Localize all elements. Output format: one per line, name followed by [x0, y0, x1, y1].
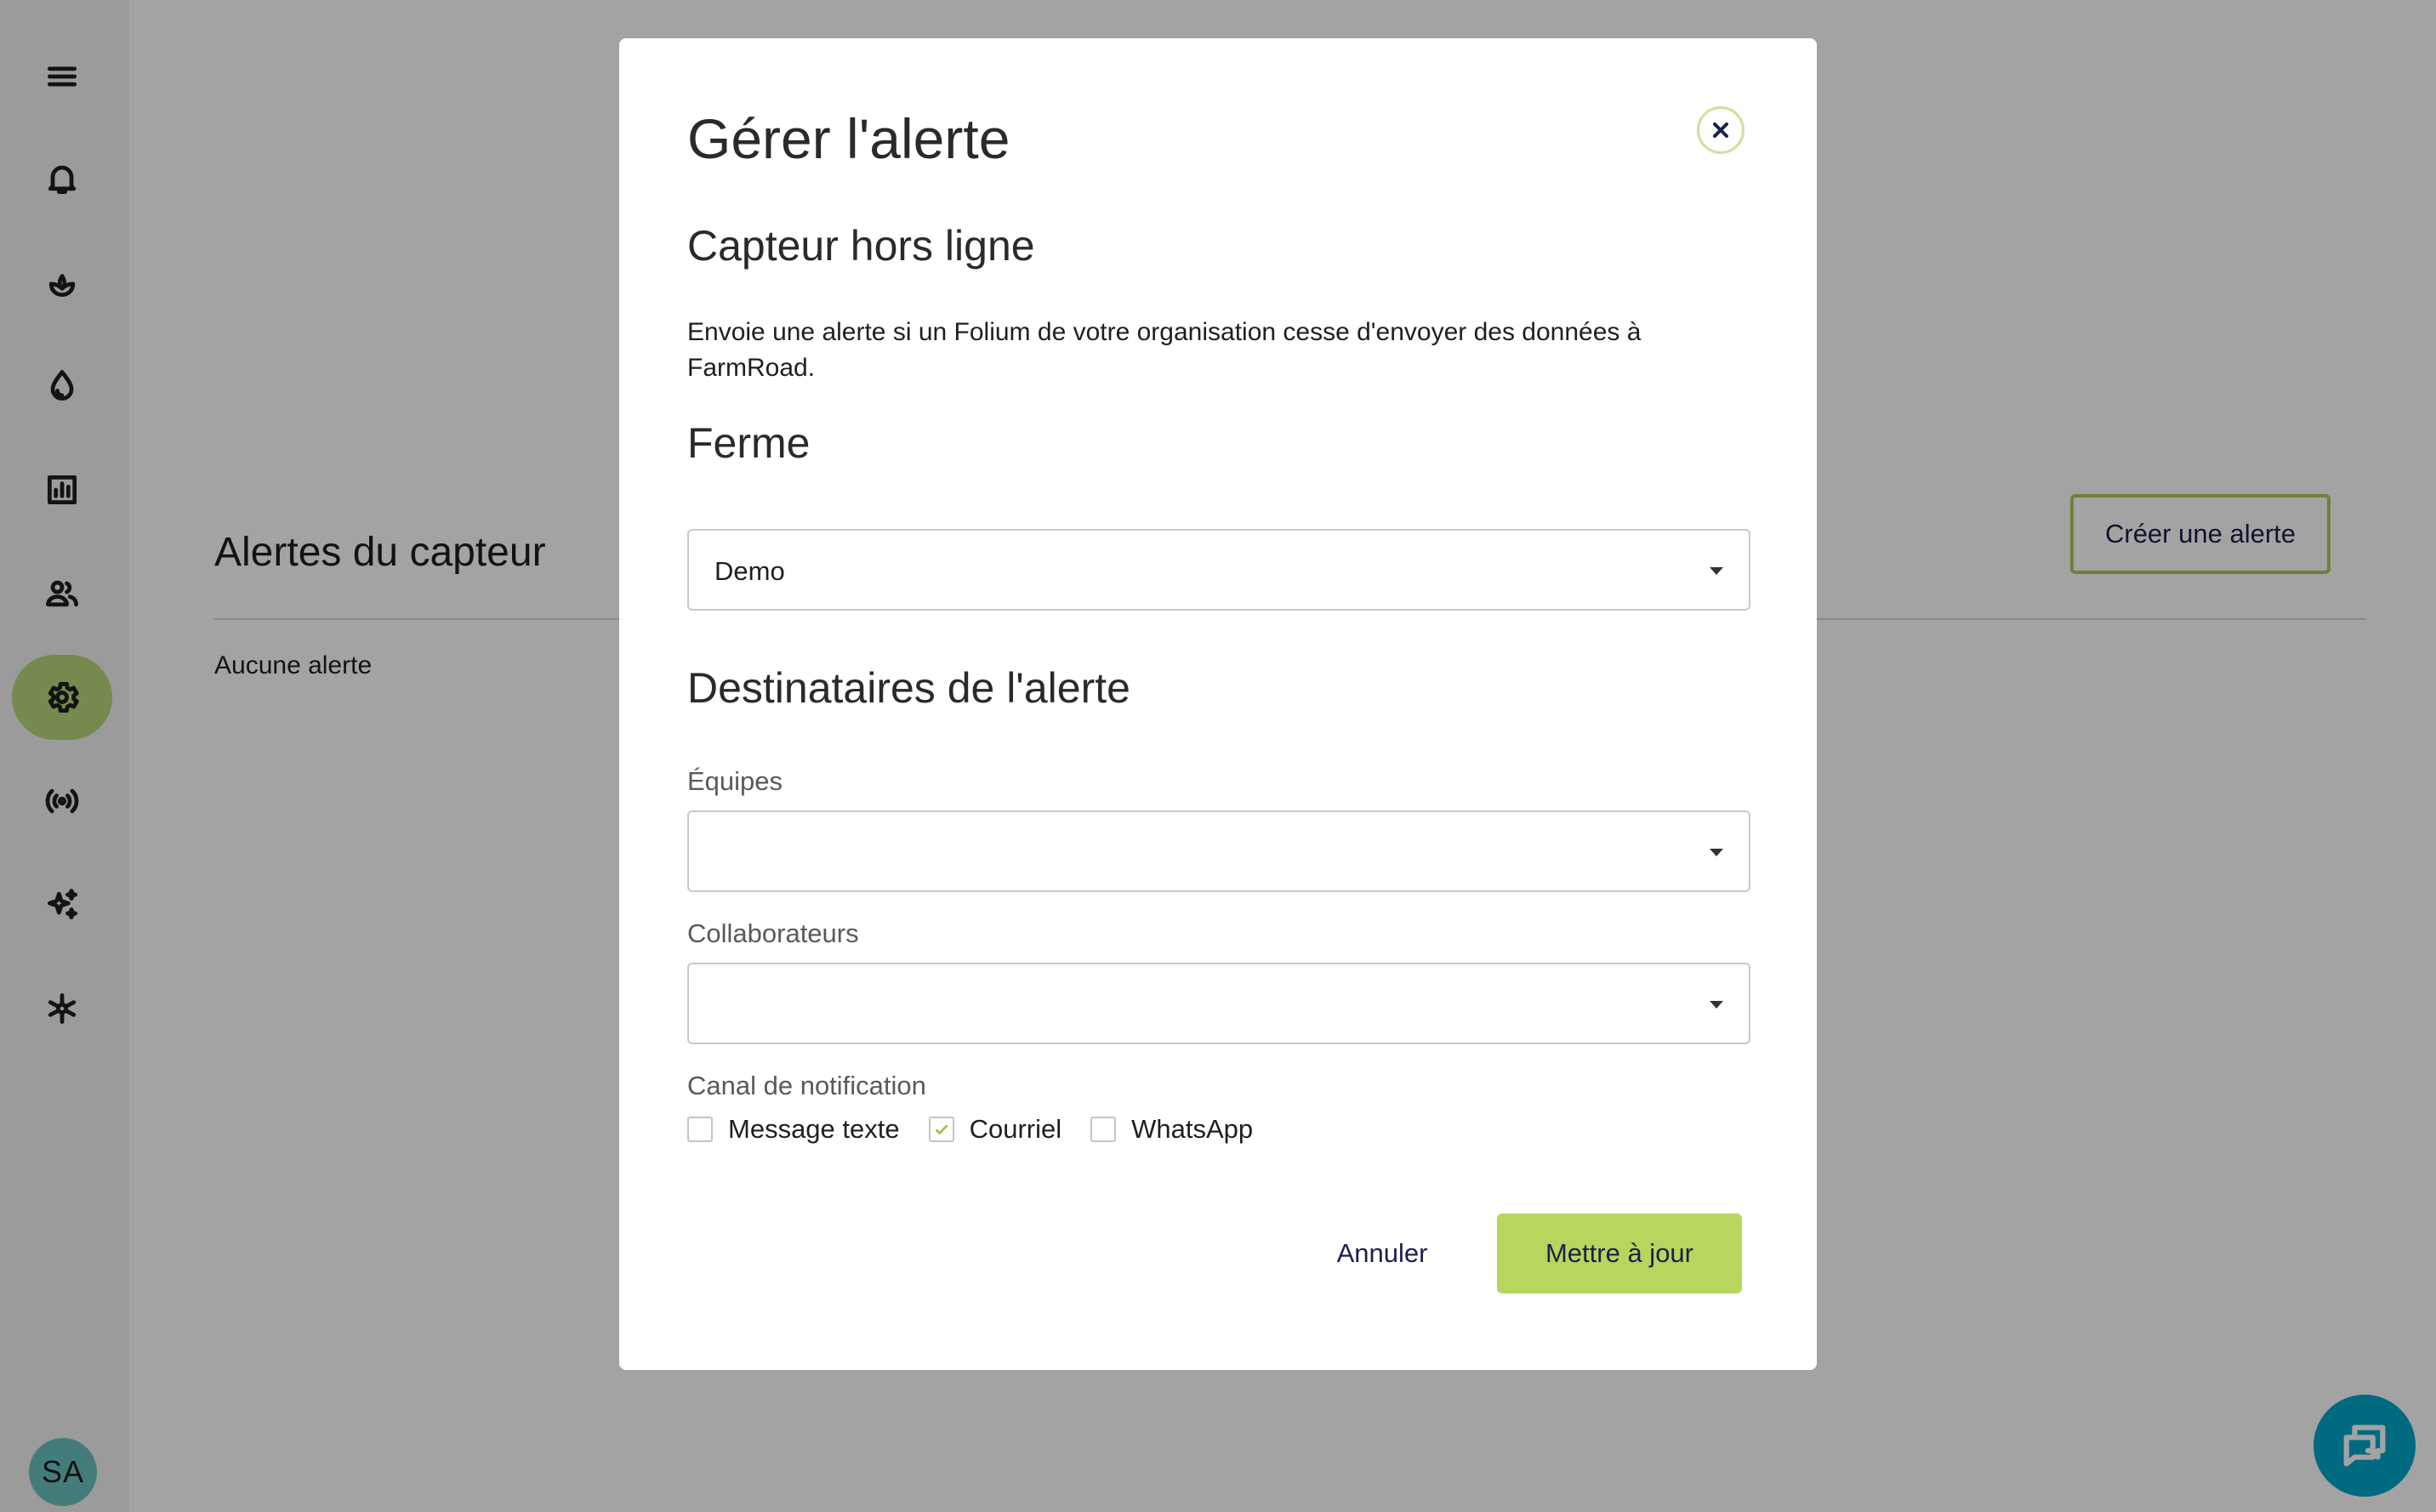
- channel-sms-label: Message texte: [728, 1114, 900, 1144]
- close-button[interactable]: [1697, 106, 1744, 154]
- alert-type-title: Capteur hors ligne: [687, 222, 1035, 270]
- checkbox-whatsapp[interactable]: [1090, 1117, 1117, 1142]
- caret-down-icon: [1710, 849, 1723, 856]
- farm-select[interactable]: Demo: [687, 529, 1750, 611]
- update-button[interactable]: Mettre à jour: [1497, 1214, 1742, 1293]
- teams-select[interactable]: [687, 810, 1750, 892]
- close-icon: [1713, 122, 1728, 138]
- channel-sms[interactable]: Message texte: [687, 1114, 900, 1145]
- channel-email-label: Courriel: [969, 1114, 1062, 1144]
- recipients-section-title: Destinataires de l'alerte: [687, 664, 1130, 712]
- farm-select-value: Demo: [714, 556, 785, 586]
- cancel-button[interactable]: Annuler: [1318, 1214, 1446, 1293]
- channel-whatsapp-label: WhatsApp: [1131, 1114, 1254, 1144]
- caret-down-icon: [1710, 567, 1723, 575]
- notification-channels: Message texte Courriel WhatsApp: [687, 1114, 1282, 1145]
- caret-down-icon: [1710, 1001, 1723, 1009]
- channel-email[interactable]: Courriel: [928, 1114, 1062, 1145]
- farm-section-title: Ferme: [687, 419, 811, 467]
- teams-label: Équipes: [687, 766, 783, 796]
- collaborators-select[interactable]: [687, 963, 1750, 1044]
- checkbox-sms[interactable]: [687, 1117, 713, 1142]
- dialog-title: Gérer l'alerte: [687, 107, 1010, 170]
- channel-whatsapp[interactable]: WhatsApp: [1090, 1114, 1253, 1145]
- checkbox-email[interactable]: [928, 1117, 954, 1142]
- notification-channel-label: Canal de notification: [687, 1071, 926, 1100]
- manage-alert-dialog: Gérer l'alerte Capteur hors ligne Envoie…: [619, 38, 1817, 1370]
- collaborators-label: Collaborateurs: [687, 918, 859, 948]
- check-icon: [935, 1124, 948, 1135]
- alert-description: Envoie une alerte si un Folium de votre …: [687, 318, 1642, 382]
